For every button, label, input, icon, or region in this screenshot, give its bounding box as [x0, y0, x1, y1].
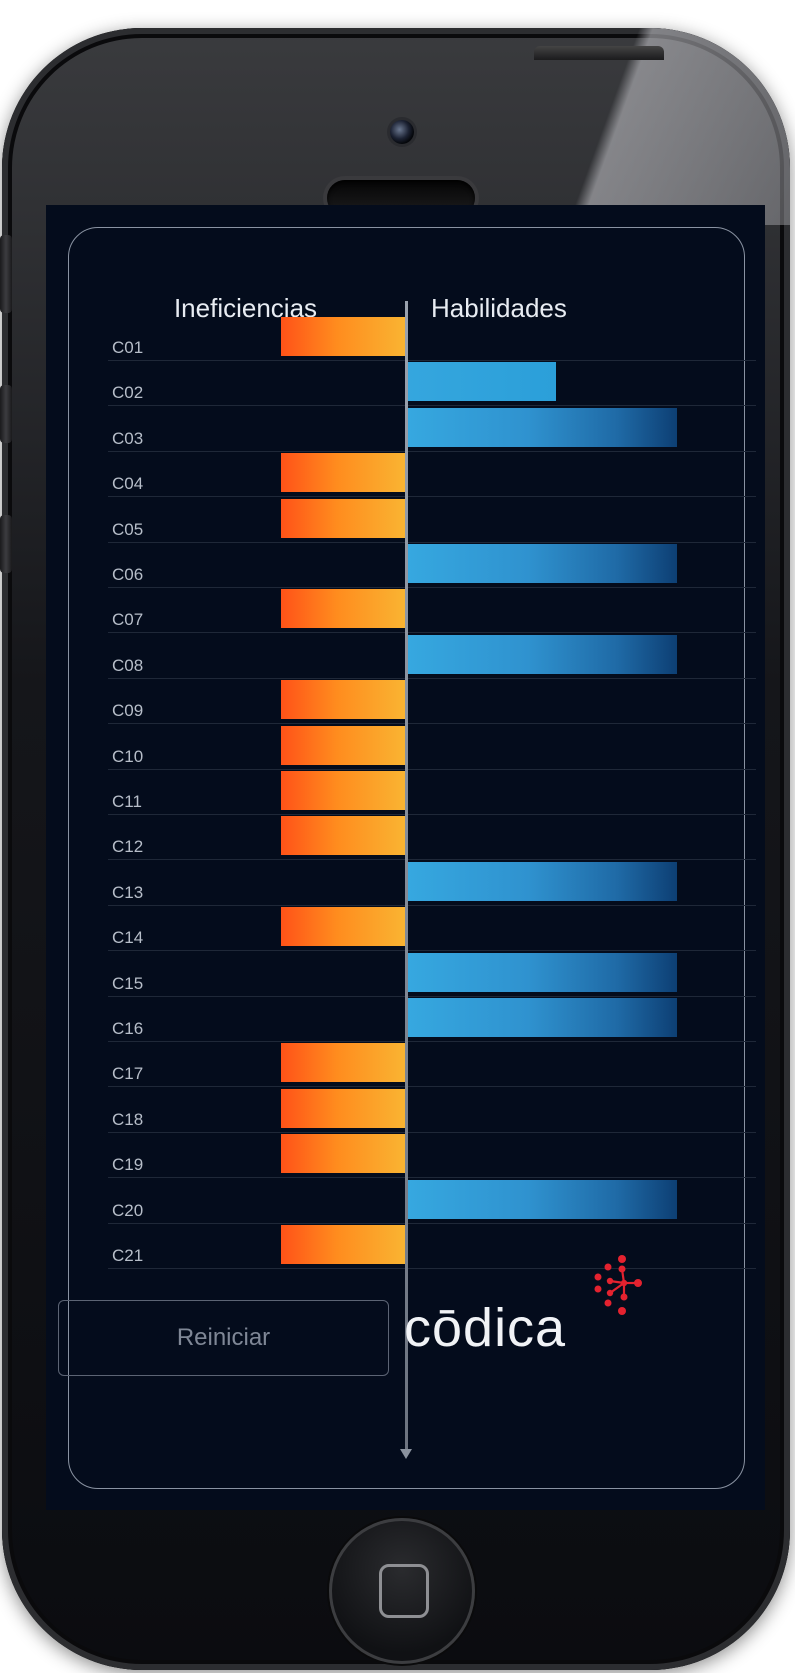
row-divider [108, 950, 756, 952]
skill-bar-c06 [407, 544, 677, 583]
row-divider [108, 1041, 756, 1042]
row-label-c20: C20 [112, 1200, 144, 1220]
home-button[interactable] [329, 1518, 475, 1664]
row-label-c07: C07 [112, 610, 144, 630]
row-label-c18: C18 [112, 1109, 144, 1129]
row-divider [108, 904, 756, 906]
row-divider [108, 1222, 756, 1224]
row-label-c08: C08 [112, 655, 144, 675]
inefficiency-bar-c04 [281, 453, 405, 493]
reset-button[interactable]: Reiniciar [58, 1300, 389, 1376]
row-divider [108, 1177, 756, 1179]
row-divider [108, 768, 756, 770]
inefficiency-bar-c17 [281, 1043, 405, 1083]
row-divider [108, 541, 756, 543]
row-label-c16: C16 [112, 1019, 144, 1038]
row-label-c13: C13 [112, 882, 144, 902]
inefficiency-bar-c19 [281, 1134, 405, 1174]
brand-logo-text: cōdica [404, 1298, 567, 1358]
app-screen: Ineficiencias Habilidades C01 C02 C03 C04 C0… [46, 205, 765, 1510]
inefficiency-bar-c10 [281, 725, 405, 765]
row-label-c19: C19 [112, 1155, 144, 1175]
row-divider [108, 723, 756, 725]
row-label-c06: C06 [112, 565, 144, 584]
inefficiency-bar-c07 [281, 589, 405, 629]
row-label-c10: C10 [112, 746, 144, 766]
row-label-c04: C04 [112, 474, 144, 494]
row-divider [108, 1131, 756, 1133]
row-label-c09: C09 [112, 701, 144, 721]
inefficiency-bar-c11 [281, 771, 405, 810]
mute-switch [0, 235, 12, 313]
inefficiency-bar-c09 [281, 680, 405, 720]
row-label-c15: C15 [112, 973, 144, 993]
inefficiency-bar-c01 [281, 317, 405, 356]
power-button [534, 46, 664, 60]
row-label-c05: C05 [112, 519, 144, 539]
inefficiency-bar-c12 [281, 816, 405, 856]
skills-header: Habilidades [431, 293, 567, 323]
row-divider [108, 360, 756, 361]
inefficiency-bar-c05 [281, 498, 405, 538]
row-label-c11: C11 [112, 792, 142, 811]
row-divider [108, 814, 756, 815]
row-label-c14: C14 [112, 928, 144, 948]
skill-bar-c16 [407, 998, 677, 1037]
volume-up-button [0, 385, 12, 443]
inefficiency-bar-c21 [281, 1225, 405, 1264]
skill-bar-c08 [407, 634, 677, 674]
axis-arrow-icon [400, 1449, 412, 1459]
row-divider [108, 995, 756, 997]
row-label-c03: C03 [112, 428, 144, 448]
skill-bar-c20 [407, 1179, 677, 1219]
row-divider [108, 632, 756, 634]
volume-down-button [0, 515, 12, 573]
home-square-icon [379, 1564, 429, 1618]
inefficiency-bar-c14 [281, 907, 405, 947]
skill-bar-c15 [407, 952, 677, 992]
inefficiency-bar-c18 [281, 1088, 405, 1128]
row-divider [108, 496, 756, 498]
row-divider [108, 859, 756, 861]
row-label-c21: C21 [112, 1246, 144, 1265]
row-divider [108, 1268, 756, 1269]
center-axis [405, 301, 408, 1451]
skill-bar-c13 [407, 861, 677, 901]
skill-bar-c03 [407, 407, 677, 447]
row-label-c17: C17 [112, 1064, 144, 1084]
row-divider [108, 1086, 756, 1088]
front-camera [390, 120, 414, 144]
row-label-c02: C02 [112, 383, 144, 403]
row-divider [108, 405, 756, 407]
brand-logo-icon [594, 1255, 642, 1315]
row-divider [108, 450, 756, 452]
skill-bar-c02 [407, 362, 556, 402]
row-label-c01: C01 [112, 338, 144, 357]
row-divider [108, 677, 756, 679]
row-label-c12: C12 [112, 837, 144, 857]
row-divider [108, 587, 756, 588]
